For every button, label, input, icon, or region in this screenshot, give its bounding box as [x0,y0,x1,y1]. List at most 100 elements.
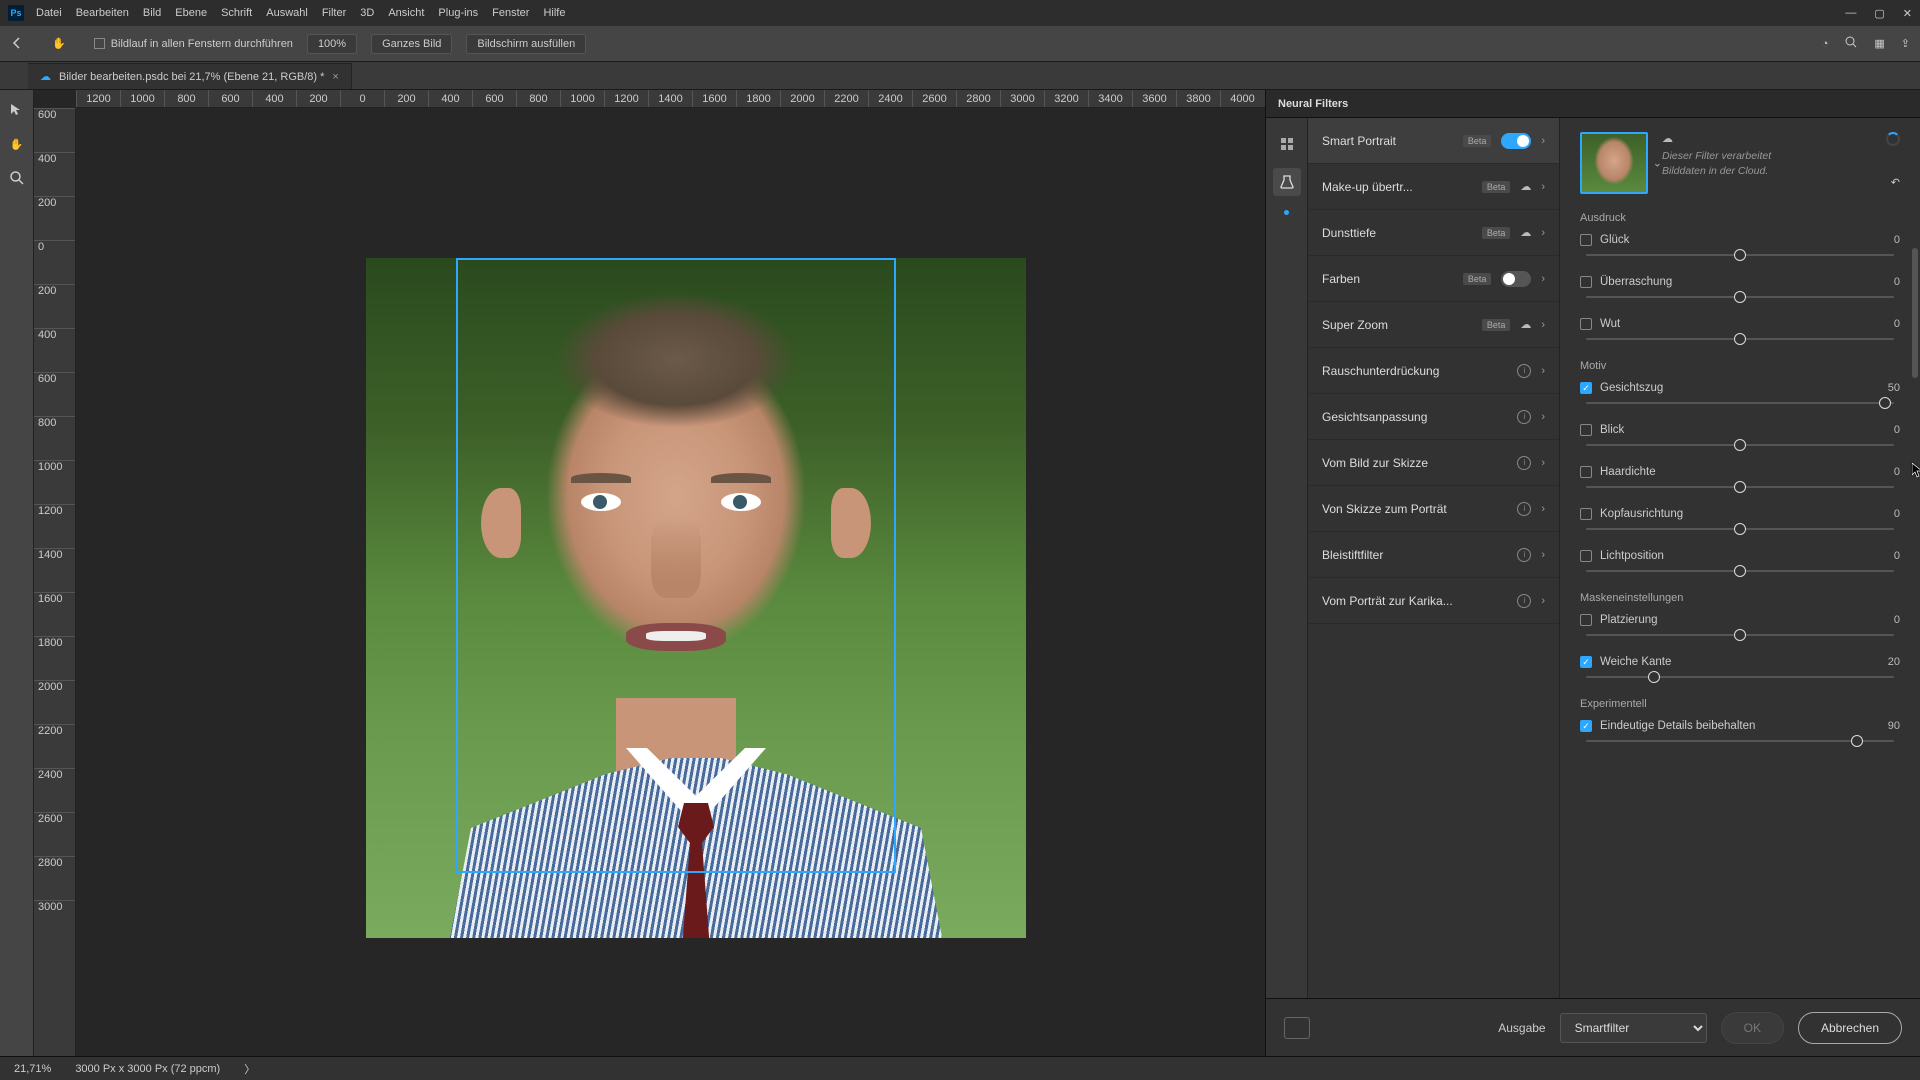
menu-item[interactable]: Auswahl [266,7,308,19]
scroll-all-option[interactable]: Bildlauf in allen Fenstern durchführen [94,38,293,50]
checkbox[interactable] [1580,318,1592,330]
filter-row[interactable]: FarbenBeta› [1308,256,1559,302]
preview-toggle-button[interactable] [1284,1017,1310,1039]
scrollbar[interactable] [1912,248,1918,378]
slider-thumb[interactable] [1734,249,1746,261]
filter-row[interactable]: Smart PortraitBeta› [1308,118,1559,164]
toggle-off-icon[interactable] [1501,271,1531,287]
slider-thumb[interactable] [1734,439,1746,451]
fill-screen-button[interactable]: Bildschirm ausfüllen [466,34,586,54]
title-bar: Ps DateiBearbeitenBildEbeneSchriftAuswah… [0,0,1920,26]
cloud-download-icon[interactable]: ☁ [1520,180,1531,193]
reset-icon[interactable]: ↶ [1891,176,1900,189]
cancel-button[interactable]: Abbrechen [1798,1012,1902,1044]
hand-tool-icon[interactable]: ✋ [52,37,66,50]
slider-thumb[interactable] [1734,523,1746,535]
slider-thumb[interactable] [1879,397,1891,409]
checkbox[interactable] [1580,614,1592,626]
checkbox[interactable] [1580,424,1592,436]
slider-thumb[interactable] [1734,565,1746,577]
info-icon[interactable]: i [1517,502,1531,516]
menu-item[interactable]: Hilfe [543,7,565,19]
checkbox[interactable] [1580,382,1592,394]
menu-item[interactable]: Ebene [175,7,207,19]
output-select[interactable]: Smartfilter [1560,1013,1707,1043]
slider-thumb[interactable] [1734,333,1746,345]
checkbox[interactable] [1580,276,1592,288]
minimize-icon[interactable]: — [1845,7,1856,20]
slider-track[interactable] [1586,528,1894,530]
filter-row[interactable]: Make-up übertr...Beta☁› [1308,164,1559,210]
menu-item[interactable]: Fenster [492,7,529,19]
slider-track[interactable] [1586,296,1894,298]
cloud-download-icon[interactable]: ☁ [1520,318,1531,331]
slider-track[interactable] [1586,402,1894,404]
filter-row[interactable]: Von Skizze zum Porträti› [1308,486,1559,532]
fit-screen-button[interactable]: Ganzes Bild [371,34,452,54]
slider-thumb[interactable] [1734,629,1746,641]
maximize-icon[interactable]: ▢ [1874,7,1884,20]
info-icon[interactable]: i [1517,548,1531,562]
cloud-download-icon[interactable]: ☁ [1520,226,1531,239]
slider-track[interactable] [1586,444,1894,446]
slider-track[interactable] [1586,740,1894,742]
slider-thumb[interactable] [1648,671,1660,683]
share-icon[interactable]: ⇪ [1901,37,1910,50]
menu-item[interactable]: 3D [360,7,374,19]
slider-thumb[interactable] [1851,735,1863,747]
info-icon[interactable]: i [1517,456,1531,470]
checkbox[interactable] [1580,508,1592,520]
slider-track[interactable] [1586,254,1894,256]
menu-item[interactable]: Schrift [221,7,252,19]
filter-row[interactable]: DunsttiefeBeta☁› [1308,210,1559,256]
slider-thumb[interactable] [1734,291,1746,303]
hand-tool-icon[interactable]: ✋ [5,132,29,156]
toggle-on-icon[interactable] [1501,133,1531,149]
info-icon[interactable]: i [1517,410,1531,424]
move-tool-icon[interactable] [5,98,29,122]
slider-track[interactable] [1586,570,1894,572]
slider-track[interactable] [1586,634,1894,636]
menu-item[interactable]: Plug-ins [438,7,478,19]
filter-row[interactable]: Gesichtsanpassungi› [1308,394,1559,440]
document-tab[interactable]: ☁ Bilder bearbeiten.psdc bei 21,7% (Eben… [28,63,352,89]
chevron-right-icon: › [1541,365,1545,377]
checkbox[interactable] [1580,234,1592,246]
slider-thumb[interactable] [1734,481,1746,493]
close-icon[interactable]: ✕ [1903,7,1912,20]
canvas[interactable] [76,108,1265,1056]
beta-tab-icon[interactable] [1273,168,1301,196]
slider-track[interactable] [1586,338,1894,340]
zoom-tool-icon[interactable] [5,166,29,190]
back-icon[interactable] [10,36,26,52]
menu-item[interactable]: Bearbeiten [76,7,129,19]
zoom-100-button[interactable]: 100% [307,34,357,54]
search-icon[interactable] [1844,35,1858,52]
ok-button[interactable]: OK [1721,1012,1784,1044]
workspace-icon[interactable]: ▦ [1874,37,1884,50]
filter-row[interactable]: Super ZoomBeta☁› [1308,302,1559,348]
filter-row[interactable]: Vom Bild zur Skizzei› [1308,440,1559,486]
checkbox[interactable] [1580,550,1592,562]
menu-item[interactable]: Ansicht [388,7,424,19]
featured-tab-icon[interactable] [1273,130,1301,158]
face-selector[interactable]: ⌄ [1580,132,1648,194]
checkbox-icon[interactable] [94,38,105,49]
cloud-sync-icon[interactable]: ◔ [1822,38,1829,50]
menu-item[interactable]: Filter [322,7,346,19]
tab-close-icon[interactable]: × [332,71,338,83]
checkbox[interactable] [1580,720,1592,732]
checkbox[interactable] [1580,466,1592,478]
info-icon[interactable]: i [1517,364,1531,378]
checkbox[interactable] [1580,656,1592,668]
slider-track[interactable] [1586,676,1894,678]
chevron-down-icon[interactable]: ⌄ [1653,157,1662,170]
status-chevron-icon[interactable]: 〉 [244,1061,255,1077]
menu-item[interactable]: Bild [143,7,161,19]
filter-row[interactable]: Vom Porträt zur Karika...i› [1308,578,1559,624]
filter-row[interactable]: Rauschunterdrückungi› [1308,348,1559,394]
menu-item[interactable]: Datei [36,7,62,19]
filter-row[interactable]: Bleistiftfilteri› [1308,532,1559,578]
info-icon[interactable]: i [1517,594,1531,608]
slider-track[interactable] [1586,486,1894,488]
